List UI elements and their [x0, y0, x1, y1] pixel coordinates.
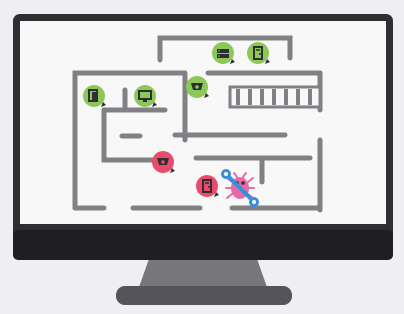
illustration-svg — [13, 14, 393, 305]
monitor-base — [116, 286, 292, 305]
stairs — [228, 85, 322, 109]
illustration — [0, 0, 404, 310]
monitor-chin — [13, 230, 393, 260]
